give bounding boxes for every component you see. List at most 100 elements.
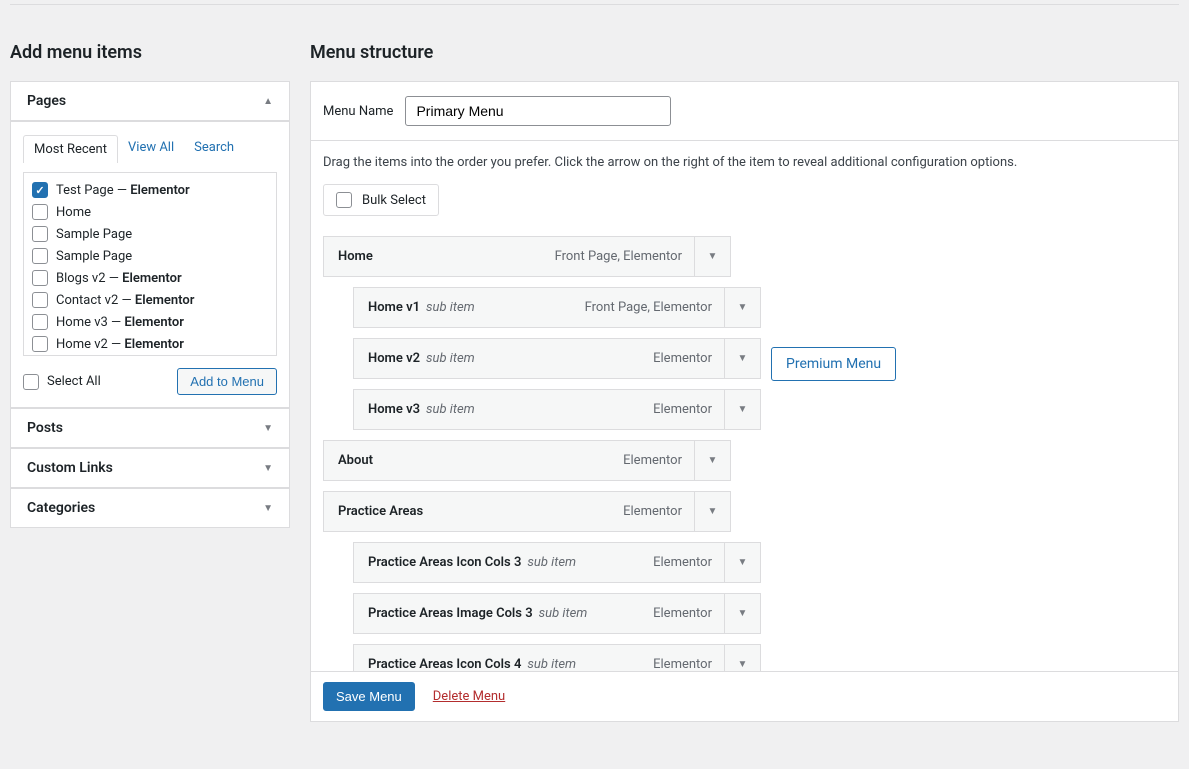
accordion-categories: Categories ▼ <box>10 488 290 528</box>
page-item[interactable]: Home v2 — Elementor <box>32 333 268 355</box>
accordion-custom-links: Custom Links ▼ <box>10 448 290 488</box>
chevron-down-icon[interactable]: ▼ <box>724 543 760 582</box>
page-label: Home v3 — Elementor <box>56 315 184 330</box>
page-checkbox[interactable] <box>32 248 48 264</box>
accordion-header[interactable]: Categories ▼ <box>11 489 289 527</box>
chevron-down-icon[interactable]: ▼ <box>694 441 730 480</box>
page-item[interactable]: Test Page — Elementor <box>32 179 268 201</box>
menu-item-sub: sub item <box>426 300 475 315</box>
menu-item-sub: sub item <box>426 351 475 366</box>
menu-item-title: Practice Areas Icon Cols 3 <box>368 555 521 570</box>
bulk-select-checkbox[interactable] <box>336 192 352 208</box>
page-item[interactable]: Home <box>32 201 268 223</box>
accordion-title: Categories <box>27 500 95 516</box>
menu-item-title: Practice Areas <box>338 504 423 519</box>
menu-item[interactable]: Practice Areas Image Cols 3 sub item Eleme… <box>353 593 761 634</box>
pages-accordion: Pages ▲ Most Recent View All Search Test… <box>10 81 290 408</box>
menu-item-title: Home <box>338 249 373 264</box>
page-checkbox[interactable] <box>32 182 48 198</box>
page-item[interactable]: Blogs v2 — Elementor <box>32 267 268 289</box>
collapse-icon: ▲ <box>263 96 273 107</box>
chevron-down-icon[interactable]: ▼ <box>724 288 760 327</box>
tab-view-all[interactable]: View All <box>118 134 184 162</box>
menu-item[interactable]: Practice Areas Icon Cols 3 sub item Elemen… <box>353 542 761 583</box>
page-checkbox[interactable] <box>32 270 48 286</box>
page-item[interactable]: Sample Page <box>32 245 268 267</box>
menu-item[interactable]: Home v2 sub item Elementor ▼ <box>353 338 761 379</box>
menu-panel: Menu Name Drag the items into the order … <box>310 81 1179 722</box>
page-label: Blogs v2 — Elementor <box>56 271 182 286</box>
chevron-down-icon[interactable]: ▼ <box>694 237 730 276</box>
premium-menu-badge[interactable]: Premium Menu <box>771 347 896 381</box>
page-item[interactable]: Contact v2 — Elementor <box>32 289 268 311</box>
add-to-menu-button[interactable]: Add to Menu <box>177 368 277 395</box>
page-checkbox[interactable] <box>32 314 48 330</box>
pages-list[interactable]: Test Page — Elementor Home Sample Page Samp… <box>23 172 277 356</box>
menu-item-sub: sub item <box>527 555 576 570</box>
menu-item-type: Elementor <box>653 351 712 366</box>
menu-item[interactable]: About Elementor ▼ <box>323 440 731 481</box>
page-label: Sample Page <box>56 227 132 242</box>
menu-item-sub: sub item <box>539 606 588 621</box>
menu-item-type: Elementor <box>653 657 712 672</box>
add-menu-items-heading: Add menu items <box>10 42 290 63</box>
accordion-header[interactable]: Custom Links ▼ <box>11 449 289 487</box>
accordion-title: Posts <box>27 420 63 436</box>
save-menu-button[interactable]: Save Menu <box>323 682 415 711</box>
page-label: Test Page — Elementor <box>56 183 190 198</box>
page-item[interactable]: Home v3 — Elementor <box>32 311 268 333</box>
pages-accordion-header[interactable]: Pages ▲ <box>11 82 289 121</box>
menu-item[interactable]: Home v1 sub item Front Page, Elementor ▼ <box>353 287 761 328</box>
chevron-down-icon[interactable]: ▼ <box>724 339 760 378</box>
delete-menu-link[interactable]: Delete Menu <box>433 689 505 704</box>
menu-item-title: Home v2 <box>368 351 420 366</box>
menu-item-title: Practice Areas Icon Cols 4 <box>368 657 521 672</box>
menu-item-title: Home v1 <box>368 300 420 315</box>
page-label: Contact v2 — Elementor <box>56 293 194 308</box>
page-label: Home v2 — Elementor <box>56 337 184 352</box>
chevron-down-icon[interactable]: ▼ <box>694 492 730 531</box>
menu-name-input[interactable] <box>405 96 671 126</box>
chevron-down-icon[interactable]: ▼ <box>724 594 760 633</box>
accordion-header[interactable]: Posts ▼ <box>11 409 289 447</box>
chevron-down-icon: ▼ <box>263 463 273 474</box>
select-all[interactable]: Select All <box>23 374 101 390</box>
menu-item-type: Elementor <box>653 606 712 621</box>
tab-most-recent[interactable]: Most Recent <box>23 135 118 163</box>
tab-search[interactable]: Search <box>184 134 244 162</box>
page-label: Sample Page <box>56 249 132 264</box>
bulk-select-label: Bulk Select <box>362 193 426 208</box>
page-checkbox[interactable] <box>32 292 48 308</box>
bulk-select[interactable]: Bulk Select <box>323 184 439 216</box>
accordion-posts: Posts ▼ <box>10 408 290 448</box>
menu-item[interactable]: Home Front Page, Elementor ▼ <box>323 236 731 277</box>
select-all-checkbox[interactable] <box>23 374 39 390</box>
chevron-down-icon[interactable]: ▼ <box>724 390 760 429</box>
pages-tabs: Most Recent View All Search <box>23 134 277 162</box>
menu-item-title: About <box>338 453 373 468</box>
menu-item-title: Practice Areas Image Cols 3 <box>368 606 533 621</box>
instructions: Drag the items into the order you prefer… <box>323 155 1166 170</box>
page-checkbox[interactable] <box>32 226 48 242</box>
page-checkbox[interactable] <box>32 204 48 220</box>
menu-item-type: Elementor <box>653 555 712 570</box>
chevron-down-icon: ▼ <box>263 503 273 514</box>
menu-name-label: Menu Name <box>323 104 393 119</box>
page-label: Home <box>56 205 91 220</box>
pages-title: Pages <box>27 93 66 109</box>
menu-item-title: Home v3 <box>368 402 420 417</box>
select-all-label: Select All <box>47 374 101 389</box>
menu-item[interactable]: Home v3 sub item Elementor ▼ <box>353 389 761 430</box>
menu-item-type: Front Page, Elementor <box>555 249 682 264</box>
page-checkbox[interactable] <box>32 336 48 352</box>
menu-item-type: Front Page, Elementor <box>585 300 712 315</box>
menu-item-type: Elementor <box>653 402 712 417</box>
menu-item-type: Elementor <box>623 453 682 468</box>
page-item[interactable]: Sample Page <box>32 223 268 245</box>
menu-item-sub: sub item <box>426 402 475 417</box>
accordion-title: Custom Links <box>27 460 113 476</box>
chevron-down-icon: ▼ <box>263 423 273 434</box>
menu-item[interactable]: Practice Areas Elementor ▼ <box>323 491 731 532</box>
menu-item-type: Elementor <box>623 504 682 519</box>
menu-footer: Save Menu Delete Menu <box>310 671 1179 722</box>
